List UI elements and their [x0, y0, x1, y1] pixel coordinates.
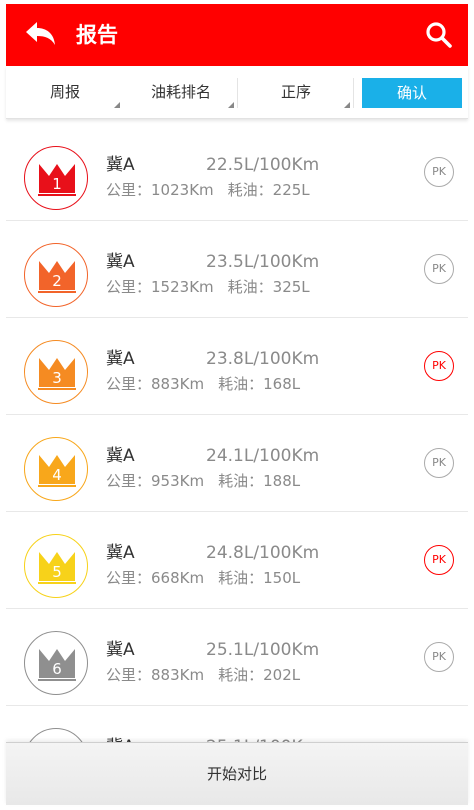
distance-value: 668Km	[151, 569, 205, 587]
fuel-label: 耗油：	[227, 278, 273, 296]
crown-icon: 6	[38, 649, 76, 681]
bottom-action-bar: 开始对比	[6, 742, 468, 805]
crown-icon: 2	[38, 261, 76, 293]
fuel-value: 168L	[263, 375, 301, 393]
fuel-consumption-rate: 23.8L/100Km	[206, 349, 320, 369]
metric-label: 油耗排名	[150, 83, 211, 101]
fuel-consumption-rate: 25.1L/100Km	[206, 640, 320, 660]
rank-medal-icon: 5	[24, 534, 88, 598]
dropdown-corner-icon	[228, 102, 234, 108]
distance-value: 953Km	[151, 472, 205, 490]
fuel-value: 225L	[272, 181, 310, 199]
trip-detail: 公里：668Km 耗油：150L	[106, 568, 300, 588]
crown-icon: 3	[38, 358, 76, 390]
plate-number: 冀A	[106, 446, 135, 466]
pk-toggle[interactable]: PK	[424, 157, 454, 187]
distance-label: 公里：	[106, 375, 152, 393]
plate-number: 冀A	[106, 640, 135, 660]
app-bar: 报告	[6, 4, 468, 66]
fuel-value: 325L	[272, 278, 310, 296]
filter-bar: 周报 油耗排名 正序 确认	[6, 66, 468, 119]
fuel-label: 耗油：	[227, 181, 273, 199]
period-dropdown[interactable]: 周报	[6, 66, 124, 118]
search-icon	[426, 22, 452, 48]
start-compare-button[interactable]: 开始对比	[6, 763, 468, 785]
rank-number: 6	[52, 660, 62, 678]
confirm-button[interactable]: 确认	[362, 78, 462, 108]
rank-number: 5	[52, 563, 62, 581]
fuel-label: 耗油：	[218, 666, 264, 684]
pk-toggle[interactable]: PK	[424, 351, 454, 381]
ranking-list: 1 冀A 22.5L/100Km 公里：1023Km 耗油：225L PK 2 冀A 23.5L…	[6, 124, 468, 803]
dropdown-corner-icon	[344, 102, 350, 108]
distance-label: 公里：	[106, 472, 152, 490]
trip-detail: 公里：1523Km 耗油：325L	[106, 277, 310, 297]
pk-toggle[interactable]: PK	[424, 642, 454, 672]
list-item[interactable]: 4 冀A 24.1L/100Km 公里：953Km 耗油：188L PK	[6, 415, 468, 512]
pk-toggle[interactable]: PK	[424, 448, 454, 478]
plate-number: 冀A	[106, 155, 135, 175]
crown-icon: 5	[38, 552, 76, 584]
back-button[interactable]	[24, 20, 58, 50]
distance-label: 公里：	[106, 181, 152, 199]
distance-value: 1523Km	[151, 278, 214, 296]
fuel-label: 耗油：	[218, 375, 264, 393]
list-item[interactable]: 3 冀A 23.8L/100Km 公里：883Km 耗油：168L PK	[6, 318, 468, 415]
fuel-label: 耗油：	[218, 569, 264, 587]
trip-detail: 公里：953Km 耗油：188L	[106, 471, 300, 491]
distance-label: 公里：	[106, 569, 152, 587]
fuel-consumption-rate: 22.5L/100Km	[206, 155, 320, 175]
rank-number: 3	[52, 369, 62, 387]
distance-label: 公里：	[106, 278, 152, 296]
distance-value: 883Km	[151, 375, 205, 393]
period-label: 周报	[49, 83, 80, 101]
crown-icon: 4	[38, 455, 76, 487]
fuel-consumption-rate: 24.8L/100Km	[206, 543, 320, 563]
page-title: 报告	[76, 23, 118, 47]
order-label: 正序	[280, 83, 311, 101]
dropdown-corner-icon	[114, 102, 120, 108]
list-item[interactable]: 1 冀A 22.5L/100Km 公里：1023Km 耗油：225L PK	[6, 124, 468, 221]
rank-medal-icon: 1	[24, 146, 88, 210]
rank-number: 4	[52, 466, 62, 484]
fuel-value: 150L	[263, 569, 301, 587]
fuel-value: 202L	[263, 666, 301, 684]
trip-detail: 公里：883Km 耗油：202L	[106, 665, 300, 685]
distance-label: 公里：	[106, 666, 152, 684]
list-item[interactable]: 2 冀A 23.5L/100Km 公里：1523Km 耗油：325L PK	[6, 221, 468, 318]
rank-medal-icon: 3	[24, 340, 88, 404]
distance-value: 1023Km	[151, 181, 214, 199]
trip-detail: 公里：883Km 耗油：168L	[106, 374, 300, 394]
plate-number: 冀A	[106, 252, 135, 272]
pk-toggle[interactable]: PK	[424, 545, 454, 575]
distance-value: 883Km	[151, 666, 205, 684]
fuel-value: 188L	[263, 472, 301, 490]
divider	[353, 78, 354, 108]
fuel-label: 耗油：	[218, 472, 264, 490]
pk-toggle[interactable]: PK	[424, 254, 454, 284]
list-item[interactable]: 5 冀A 24.8L/100Km 公里：668Km 耗油：150L PK	[6, 512, 468, 609]
crown-icon: 1	[38, 164, 76, 196]
search-button[interactable]	[424, 20, 454, 50]
order-dropdown[interactable]: 正序	[238, 66, 354, 118]
rank-medal-icon: 4	[24, 437, 88, 501]
rank-medal-icon: 6	[24, 631, 88, 695]
metric-dropdown[interactable]: 油耗排名	[124, 66, 238, 118]
fuel-consumption-rate: 24.1L/100Km	[206, 446, 320, 466]
fuel-consumption-rate: 23.5L/100Km	[206, 252, 320, 272]
list-item[interactable]: 6 冀A 25.1L/100Km 公里：883Km 耗油：202L PK	[6, 609, 468, 706]
trip-detail: 公里：1023Km 耗油：225L	[106, 180, 310, 200]
back-arrow-icon	[26, 22, 55, 45]
rank-medal-icon: 2	[24, 243, 88, 307]
plate-number: 冀A	[106, 543, 135, 563]
rank-number: 2	[52, 272, 62, 290]
plate-number: 冀A	[106, 349, 135, 369]
rank-number: 1	[52, 175, 62, 193]
